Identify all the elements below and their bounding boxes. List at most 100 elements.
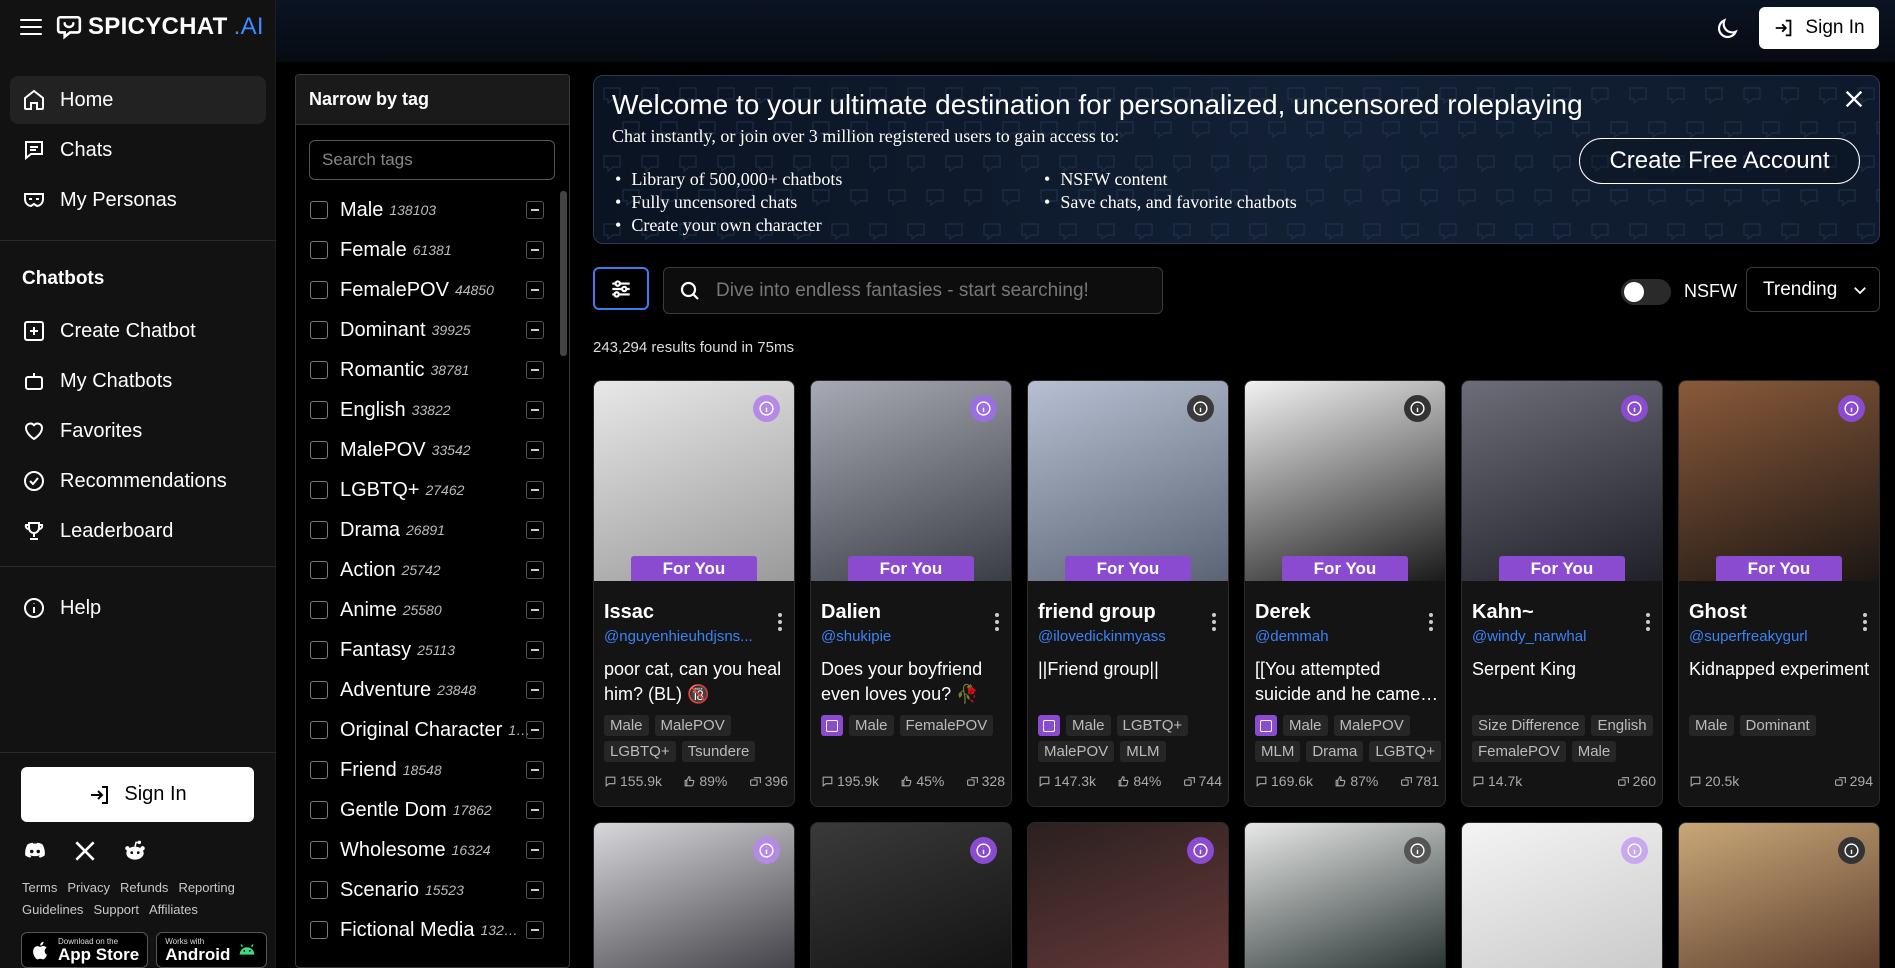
nav-my-personas[interactable]: My Personas [10,176,266,224]
exclude-tag-button[interactable] [526,801,544,819]
card-tag[interactable]: Dominant [1739,715,1816,736]
info-icon[interactable] [1187,395,1214,422]
tag-row[interactable]: MalePOV 33542 [296,430,556,470]
close-icon[interactable] [1843,88,1865,110]
chatbot-card[interactable]: For You Kahn~ @windy_narwhal Serpent King Si… [1461,380,1663,807]
tag-list-scrollbar[interactable] [560,191,567,356]
nav-chats[interactable]: Chats [10,126,266,174]
exclude-tag-button[interactable] [526,321,544,339]
more-options-icon[interactable] [1429,613,1433,631]
card-tag[interactable]: Male [849,715,894,736]
card-tag[interactable]: MalePOV [654,715,731,736]
more-options-icon[interactable] [1212,613,1216,631]
exclude-tag-button[interactable] [526,481,544,499]
chatbot-name[interactable]: Dalien [821,601,881,624]
reddit-icon[interactable] [122,838,148,864]
more-options-icon[interactable] [1863,613,1867,631]
exclude-tag-button[interactable] [526,721,544,739]
info-icon[interactable] [1404,395,1431,422]
info-icon[interactable] [1404,837,1431,864]
footer-link-reporting[interactable]: Reporting [178,880,234,895]
nav-my-chatbots[interactable]: My Chatbots [10,357,266,405]
chatbot-card[interactable] [593,822,795,968]
tag-row[interactable]: Friend 18548 [296,750,556,790]
tag-checkbox[interactable] [310,481,328,499]
card-tag[interactable]: MalePOV [1038,741,1115,762]
card-tag[interactable]: Male [1689,715,1734,736]
info-icon[interactable] [970,837,997,864]
chatbot-card[interactable]: For You Issac @nguyenhieuhdjsns... poor cat… [593,380,795,807]
more-options-icon[interactable] [1646,613,1650,631]
exclude-tag-button[interactable] [526,401,544,419]
tag-checkbox[interactable] [310,881,328,899]
card-tag[interactable]: MalePOV [1333,715,1410,736]
info-icon[interactable] [1187,837,1214,864]
tag-checkbox[interactable] [310,641,328,659]
info-icon[interactable] [1621,395,1648,422]
sort-dropdown[interactable]: Trending [1746,267,1880,312]
creator-handle[interactable]: @ilovedickinmyass [1038,628,1166,645]
exclude-tag-button[interactable] [526,521,544,539]
tag-checkbox[interactable] [310,721,328,739]
tag-row[interactable]: Gentle Dom 17862 [296,790,556,830]
exclude-tag-button[interactable] [526,241,544,259]
chatbot-name[interactable]: Ghost [1689,601,1747,624]
tag-row[interactable]: Wholesome 16324 [296,830,556,870]
more-options-icon[interactable] [995,613,999,631]
chatbot-card[interactable]: For You Derek @demmah [[You attempted suici… [1244,380,1446,807]
nav-help[interactable]: Help [10,584,266,632]
tag-row[interactable]: Fictional Media 132… [296,910,556,950]
exclude-tag-button[interactable] [526,281,544,299]
tag-checkbox[interactable] [310,441,328,459]
card-tag[interactable]: LGBTQ+ [604,741,676,762]
info-icon[interactable] [1838,837,1865,864]
chatbot-card[interactable] [1461,822,1663,968]
sidebar-sign-in-button[interactable]: Sign In [21,767,254,822]
exclude-tag-button[interactable] [526,361,544,379]
tag-row[interactable]: Anime 25580 [296,590,556,630]
chatbot-card[interactable]: For You Ghost @superfreakygurl Kidnapped ex… [1678,380,1880,807]
card-tag[interactable]: LGBTQ+ [1116,715,1189,736]
tag-row[interactable]: Action 25742 [296,550,556,590]
tag-checkbox[interactable] [310,801,328,819]
exclude-tag-button[interactable] [526,201,544,219]
footer-link-terms[interactable]: Terms [22,880,57,895]
tag-checkbox[interactable] [310,681,328,699]
card-tag[interactable]: Male [1283,715,1328,736]
card-tag[interactable]: MLM [1255,741,1301,762]
info-icon[interactable] [1621,837,1648,864]
chatbot-name[interactable]: Derek [1255,601,1311,624]
card-tag[interactable]: LGBTQ+ [1369,741,1441,762]
tag-row[interactable]: Original Character 1… [296,710,556,750]
tag-checkbox[interactable] [310,401,328,419]
footer-link-affiliates[interactable]: Affiliates [149,902,198,917]
exclude-tag-button[interactable] [526,601,544,619]
card-tag[interactable]: Male [604,715,649,736]
discord-icon[interactable] [22,838,48,864]
card-tag[interactable]: English [1591,715,1653,736]
nav-leaderboard[interactable]: Leaderboard [10,507,266,555]
info-icon[interactable] [1838,395,1865,422]
top-sign-in-button[interactable]: Sign In [1759,7,1879,49]
tag-checkbox[interactable] [310,561,328,579]
card-tag[interactable]: FemalePOV [1472,741,1566,762]
card-tag[interactable]: FemalePOV [899,715,994,736]
creator-handle[interactable]: @windy_narwhal [1472,628,1586,645]
tag-checkbox[interactable] [310,601,328,619]
footer-link-privacy[interactable]: Privacy [67,880,110,895]
tag-checkbox[interactable] [310,361,328,379]
nav-home[interactable]: Home [10,76,266,124]
exclude-tag-button[interactable] [526,441,544,459]
app-store-badge[interactable]: Download on the App Store [21,932,149,968]
tag-checkbox[interactable] [310,201,328,219]
tag-search-input[interactable]: Search tags [309,140,555,180]
chatbot-card[interactable] [1678,822,1880,968]
tag-row[interactable]: Drama 26891 [296,510,556,550]
tag-row[interactable]: Dominant 39925 [296,310,556,350]
nav-favorites[interactable]: Favorites [10,407,266,455]
info-icon[interactable] [753,395,780,422]
info-icon[interactable] [753,837,780,864]
tag-row[interactable]: Female 61381 [296,230,556,270]
creator-handle[interactable]: @shukipie [821,628,891,645]
exclude-tag-button[interactable] [526,561,544,579]
